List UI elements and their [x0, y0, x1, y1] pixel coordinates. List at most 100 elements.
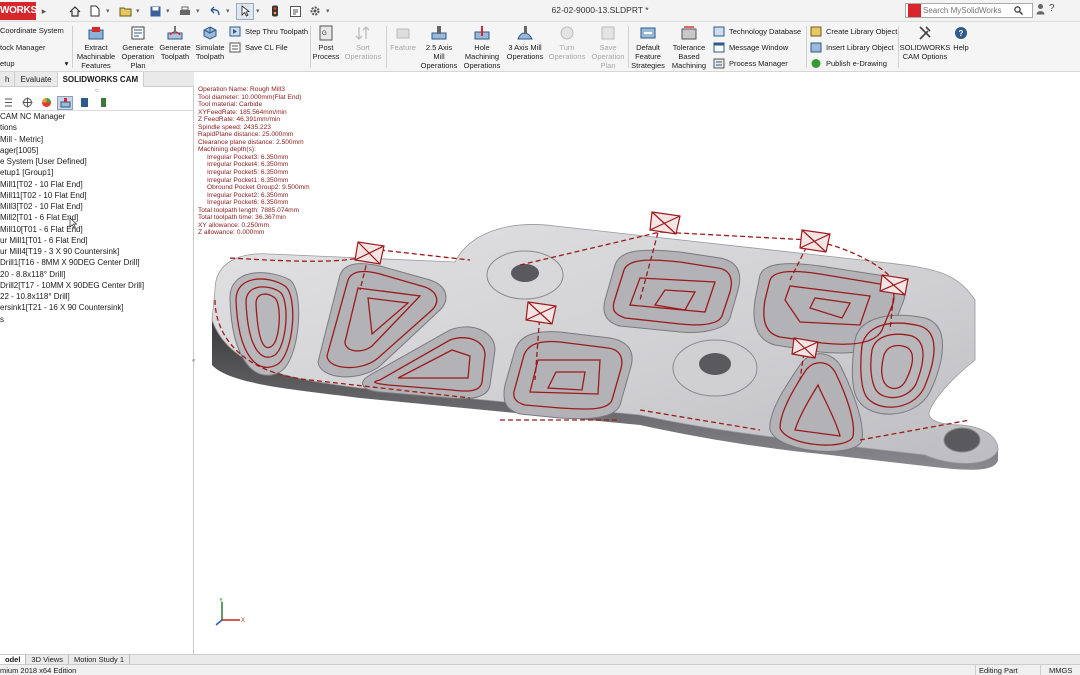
corner-hole: [943, 427, 981, 453]
dropdown-arrow-icon[interactable]: ▾: [256, 3, 264, 20]
tree-item[interactable]: etup1 [Group1]: [0, 167, 193, 178]
search-icon[interactable]: [1011, 4, 1025, 17]
undo-icon[interactable]: [206, 3, 224, 20]
tab-evaluate[interactable]: Evaluate: [15, 72, 58, 87]
message-window-button[interactable]: Message Window: [713, 42, 788, 53]
home-icon[interactable]: [66, 3, 84, 20]
tree-item[interactable]: Mill - Metric]: [0, 134, 193, 145]
generate-operation-plan-button[interactable]: Generate Operation Plan: [118, 25, 158, 70]
svg-text:G: G: [322, 31, 327, 37]
strategies-icon: [640, 27, 656, 39]
save-operation-plan-button[interactable]: Save Operation Plan: [590, 25, 626, 70]
search-input[interactable]: [923, 6, 1011, 15]
hole-machining-button[interactable]: Hole Machining Operations: [460, 25, 504, 70]
user-icon[interactable]: [1036, 3, 1045, 17]
tree-item[interactable]: Mill2[T01 - 6 Flat End]: [0, 212, 193, 223]
dropdown-arrow-icon[interactable]: ▾: [65, 59, 69, 68]
feature-button[interactable]: Feature: [389, 25, 417, 52]
ribbon-separator: [806, 26, 807, 68]
tolerance-based-machining-button[interactable]: Tolerance Based Machining: [669, 25, 709, 70]
tree-item[interactable]: Drill1[T16 - 8MM X 90DEG Center Drill]: [0, 257, 193, 268]
configuration-icon[interactable]: [19, 96, 35, 110]
cam-part-model[interactable]: [195, 73, 1080, 654]
tree-item[interactable]: 22 - 10.8x118° Drill]: [0, 291, 193, 302]
new-document-icon[interactable]: [86, 3, 104, 20]
generate-toolpath-button[interactable]: Generate Toolpath: [158, 25, 192, 61]
simulate-toolpath-button[interactable]: Simulate Toolpath: [193, 25, 227, 61]
step-thru-icon: [229, 26, 241, 37]
tree-item[interactable]: Mill1[T02 - 10 Flat End]: [0, 179, 193, 190]
create-library-icon: [810, 26, 822, 37]
tree-item[interactable]: Drill2[T17 - 10MM X 90DEG Center Drill]: [0, 280, 193, 291]
feature-tree-icon[interactable]: [0, 96, 16, 110]
step-thru-toolpath-button[interactable]: Step Thru Toolpath: [229, 26, 308, 37]
opinfo-line: Operation Name: Rough Mill3: [198, 86, 285, 93]
options-gear-icon[interactable]: [306, 3, 324, 20]
menu-arrow-icon[interactable]: ▸: [38, 5, 50, 17]
create-library-object-button[interactable]: Create Library Object: [810, 26, 897, 37]
appearance-icon[interactable]: [38, 96, 54, 110]
help-button[interactable]: ? Help: [950, 25, 972, 52]
tree-item[interactable]: Mill10[T01 - 6 Flat End]: [0, 224, 193, 235]
tree-item[interactable]: Mill11[T02 - 10 Flat End]: [0, 190, 193, 201]
cam-tools-tree-icon[interactable]: [95, 96, 111, 110]
file-properties-icon[interactable]: [286, 3, 304, 20]
extract-features-icon: [88, 27, 104, 40]
25-axis-mill-button[interactable]: 2.5 Axis Mill Operations: [420, 25, 458, 70]
solidworks-cam-options-button[interactable]: SOLIDWORKS CAM Options: [900, 25, 950, 61]
tree-item[interactable]: tions: [0, 122, 193, 133]
search-box[interactable]: [905, 3, 1033, 18]
insert-library-object-button[interactable]: Insert Library Object: [810, 42, 894, 53]
tab-solidworks-cam[interactable]: SOLIDWORKS CAM: [57, 72, 145, 87]
dropdown-arrow-icon[interactable]: ▾: [106, 3, 114, 20]
panel-collapse-handle[interactable]: ○: [0, 87, 193, 95]
graphics-area[interactable]: [195, 73, 1080, 654]
coordinate-system-button[interactable]: Coordinate System: [0, 26, 64, 35]
dropdown-arrow-icon[interactable]: ▾: [136, 3, 144, 20]
help-icon[interactable]: ?: [1049, 3, 1055, 17]
status-units[interactable]: MMGS: [1040, 665, 1080, 675]
tree-item[interactable]: ager[1005]: [0, 145, 193, 156]
dropdown-arrow-icon[interactable]: ▾: [226, 3, 234, 20]
tree-item[interactable]: s: [0, 314, 193, 325]
print-icon[interactable]: [176, 3, 194, 20]
open-folder-icon[interactable]: [116, 3, 134, 20]
extract-features-button[interactable]: Extract Machinable Features: [75, 25, 117, 70]
dropdown-arrow-icon[interactable]: ▾: [166, 3, 174, 20]
ribbon-separator: [310, 26, 311, 68]
dropdown-arrow-icon[interactable]: ▾: [326, 3, 334, 20]
process-manager-button[interactable]: Process Manager: [713, 58, 788, 69]
post-process-button[interactable]: G Post Process: [312, 25, 340, 61]
tree-item[interactable]: Mill3[T02 - 10 Flat End]: [0, 201, 193, 212]
3-axis-mill-button[interactable]: 3 Axis Mill Operations: [505, 25, 545, 61]
cam-operation-tree-icon[interactable]: [76, 96, 92, 110]
setup-button[interactable]: etup ▾: [0, 59, 68, 68]
tree-item[interactable]: ur Mill1[T01 - 6 Flat End]: [0, 235, 193, 246]
tree-item[interactable]: CAM NC Manager: [0, 111, 193, 122]
tree-item[interactable]: ur Mill4[T19 - 3 X 90 Countersink]: [0, 246, 193, 257]
stock-manager-button[interactable]: tock Manager: [0, 43, 45, 52]
opinfo-line: Tool diameter: 10.000mm(Flat End): [198, 93, 302, 101]
save-cl-file-button[interactable]: Save CL File: [229, 42, 288, 53]
tree-item[interactable]: ersink1[T21 - 16 X 90 Countersink]: [0, 302, 193, 313]
default-feature-strategies-button[interactable]: Default Feature Strategies: [630, 25, 666, 70]
process-manager-icon: [713, 58, 725, 69]
opinfo-line: Machining depth(s):: [198, 146, 256, 154]
cam-feature-tree-icon[interactable]: [57, 95, 73, 110]
svg-text:?: ?: [959, 29, 964, 38]
save-icon[interactable]: [146, 3, 164, 20]
dropdown-arrow-icon[interactable]: ▾: [196, 3, 204, 20]
sort-operations-button[interactable]: Sort Operations: [343, 25, 383, 61]
opinfo-line: Tool material: Carbide: [198, 101, 263, 109]
technology-database-button[interactable]: Technology Database: [713, 26, 801, 37]
traffic-light-icon[interactable]: [266, 3, 284, 20]
tab-sketch[interactable]: h: [0, 72, 16, 87]
tree-item[interactable]: e System [User Defined]: [0, 156, 193, 167]
turn-operations-button[interactable]: Turn Operations: [548, 25, 586, 61]
solidworks-logo[interactable]: WORKS: [0, 2, 37, 20]
save-cl-icon: [229, 42, 241, 53]
publish-edrawing-button[interactable]: Publish e-Drawing: [810, 58, 887, 69]
tree-item[interactable]: 20 - 8.8x118° Drill]: [0, 269, 193, 280]
select-arrow-icon[interactable]: [236, 2, 254, 20]
opinfo-line: Clearance plane distance: 2.500mm: [198, 138, 304, 146]
